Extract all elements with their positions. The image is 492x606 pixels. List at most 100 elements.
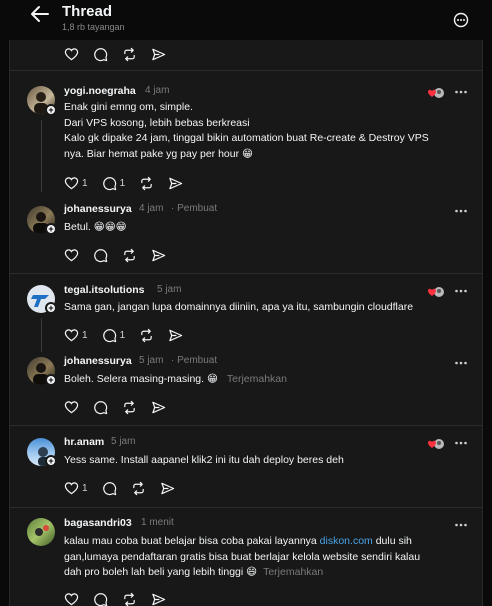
reply-button[interactable] [93,400,108,415]
post-line: Kalo gk dipake 24 jam, tinggal bikin aut… [64,132,429,144]
more-circle-icon[interactable] [453,12,469,28]
reply-button[interactable] [93,47,108,62]
follow-plus-icon[interactable]: + [45,455,57,467]
author-tag: · Pembuat [171,203,218,214]
post-line: Dari VPS kosong, lebih bebas berkreasi [64,116,250,129]
post-text-part: kalau mau coba buat belajar bisa coba pa… [64,535,320,547]
thread-connector [41,120,42,192]
share-button[interactable] [168,328,183,343]
send-icon [160,482,174,494]
share-button[interactable] [151,47,166,62]
like-button[interactable] [64,248,79,263]
send-icon [152,401,166,413]
post-text: Enak gini emng om, simple. Dari VPS koso… [64,100,474,162]
reply-count: 1 [119,329,126,341]
like-button[interactable] [64,592,79,606]
post-line: gan,lumaya pendaftaran gratis bisa buat … [64,550,421,563]
username[interactable]: tegal.itsolutions [64,284,145,296]
liked-by-avatar-icon [428,88,444,98]
page-title: Thread [62,3,113,20]
timestamp: 5 jam [111,436,136,447]
repost-icon [124,47,135,61]
post-text: kalau mau coba buat belajar bisa coba pa… [64,534,478,581]
ellipsis-icon[interactable] [454,518,468,532]
like-count: 1 [82,177,88,189]
reply-button[interactable]: 1 [102,176,125,191]
username[interactable]: johanessurya [64,355,132,367]
repost-icon [132,481,144,495]
heart-icon [64,47,79,60]
share-button[interactable] [168,176,183,191]
timestamp: 4 jam [139,203,164,214]
post-actions [64,46,180,62]
post-line: nya. Biar hemat pake yg pay per hour 😁 [64,147,253,160]
post-text: Sama gan, jangan lupa domainnya diiniin,… [64,301,414,313]
ellipsis-icon[interactable] [454,204,468,218]
username[interactable]: hr.anam [64,436,104,448]
thread-panel: + yogi.noegraha 4 jam Enak gini emng om,… [9,40,483,606]
post-actions: 1 1 [64,175,197,191]
translate-link[interactable]: Terjemahkan [263,566,323,578]
post-line: Enak gini emng om, simple. [64,101,193,113]
heart-icon [64,400,79,413]
reply-button[interactable]: 1 [102,328,126,343]
follow-plus-icon[interactable]: + [45,302,57,314]
ellipsis-icon[interactable] [454,356,468,370]
post-text: Betul. 😁😁😁 [64,221,127,233]
username[interactable]: yogi.noegraha [64,85,136,97]
username[interactable]: bagasandri03 [64,517,132,529]
follow-plus-icon[interactable]: + [45,374,57,386]
like-button[interactable]: 1 [64,481,88,496]
like-button[interactable]: 1 [64,176,88,191]
repost-icon [124,248,135,262]
like-button[interactable]: 1 [64,328,88,343]
repost-button[interactable] [122,592,137,606]
liked-by-avatar-icon [428,439,444,449]
repost-button[interactable] [122,248,137,263]
timestamp: 4 jam [145,85,170,96]
comment-icon [94,592,108,606]
diskon-link[interactable]: diskon.com [320,535,373,547]
repost-button[interactable] [122,400,137,415]
reply-button[interactable] [93,592,108,606]
ellipsis-icon[interactable] [454,284,468,298]
reply-button[interactable] [102,481,117,496]
share-button[interactable] [151,592,166,606]
heart-icon [64,328,79,341]
divider [10,425,482,426]
timestamp: 1 menit [141,517,174,528]
liked-by-avatar-icon [428,287,444,297]
timestamp: 5 jam [139,355,164,366]
comment-icon [102,328,116,342]
follow-plus-icon[interactable]: + [45,223,57,235]
post-actions: 1 1 [64,327,197,343]
thread-connector [41,318,42,352]
post-actions [64,591,180,606]
like-button[interactable] [64,47,79,62]
translate-link[interactable]: Terjemahkan [227,373,287,385]
share-button[interactable] [151,248,166,263]
comment-icon [102,481,116,495]
heart-icon [64,176,79,189]
follow-plus-icon[interactable]: + [45,104,57,116]
send-icon [152,48,166,60]
repost-button[interactable] [122,47,137,62]
avatar[interactable] [27,518,55,546]
share-button[interactable] [151,400,166,415]
post-actions [64,399,180,415]
view-count: 1,8 rb tayangan [62,22,125,32]
post-text-part: dulu sih [372,535,412,547]
post-line: kalau mau coba buat belajar bisa coba pa… [64,534,478,550]
back-arrow-icon[interactable] [30,5,50,23]
reply-button[interactable] [93,248,108,263]
repost-button[interactable] [131,481,146,496]
share-button[interactable] [160,481,175,496]
ellipsis-icon[interactable] [454,436,468,450]
username[interactable]: johanessurya [64,203,132,215]
repost-button[interactable] [139,176,154,191]
divider [10,507,482,508]
ellipsis-icon[interactable] [454,85,468,99]
repost-icon [141,176,152,190]
repost-button[interactable] [139,328,154,343]
like-button[interactable] [64,400,79,415]
